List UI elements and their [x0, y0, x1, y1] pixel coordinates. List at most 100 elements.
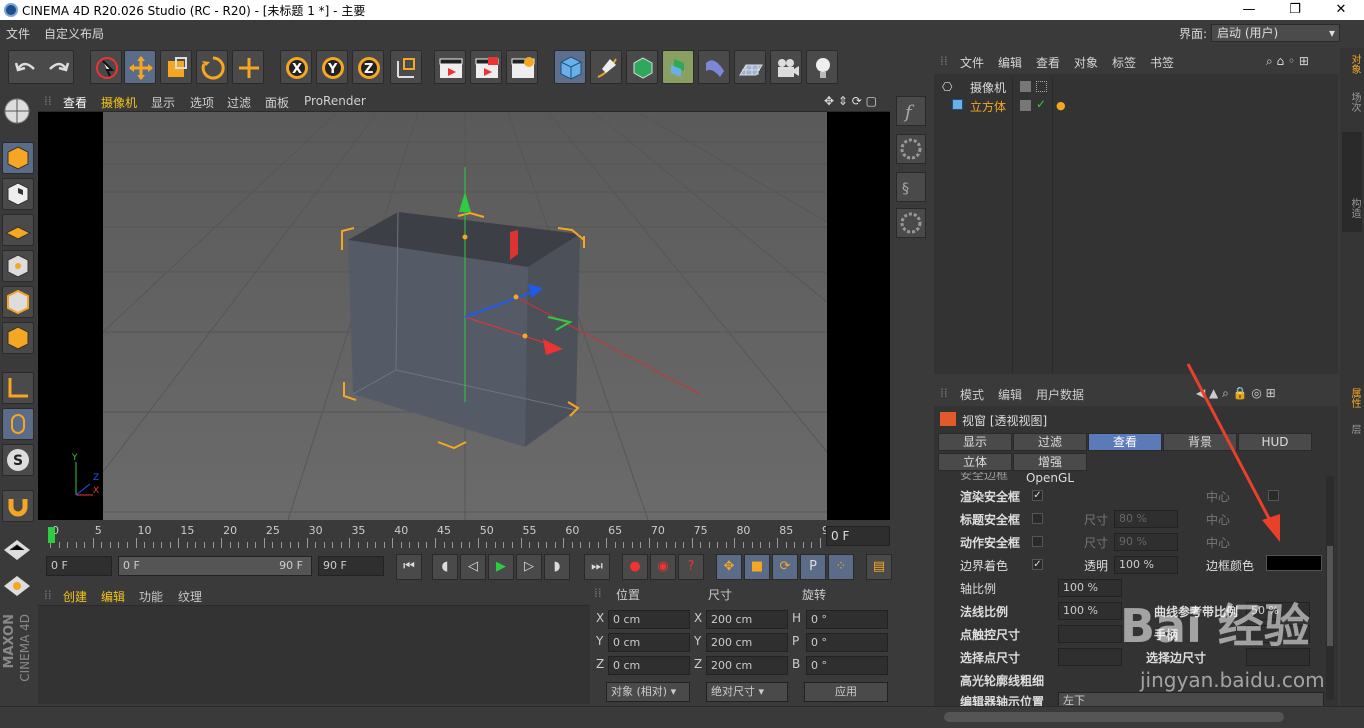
- coord-size-field[interactable]: 200 cm: [706, 610, 788, 629]
- action-safe-checkbox[interactable]: [1032, 536, 1043, 547]
- axis-mode-button[interactable]: [2, 372, 34, 404]
- make-editable-button[interactable]: [2, 96, 34, 132]
- points-mode-button[interactable]: [2, 250, 34, 282]
- subdivision-button[interactable]: [626, 50, 658, 84]
- vp-menu-options[interactable]: 选项: [190, 94, 214, 111]
- object-name-cube[interactable]: 立方体: [970, 98, 1006, 115]
- texture-mode-button[interactable]: [2, 178, 34, 210]
- rotate-tool-button[interactable]: [196, 50, 228, 84]
- goto-end-button[interactable]: ⏭: [584, 554, 610, 580]
- pen-spline-button[interactable]: [590, 50, 622, 84]
- key-rotate-button[interactable]: ⟳: [772, 554, 798, 580]
- key-scale-button[interactable]: ■: [744, 554, 770, 580]
- timeline-window-button[interactable]: ▤: [866, 554, 892, 580]
- recent-tools-button[interactable]: [232, 50, 264, 84]
- key-pla-button[interactable]: ⁘: [828, 554, 854, 580]
- floor-button[interactable]: [734, 50, 766, 84]
- visibility-toggle-icon[interactable]: [1036, 81, 1047, 92]
- key-param-button[interactable]: P: [800, 554, 826, 580]
- size-mode-select[interactable]: 绝对尺寸 ▾: [706, 682, 788, 702]
- solo-button[interactable]: S: [2, 444, 34, 476]
- x-axis-lock-button[interactable]: X: [280, 50, 312, 84]
- prev-frame-button[interactable]: ◁: [460, 554, 486, 580]
- next-key-button[interactable]: ◗: [544, 554, 570, 580]
- tab-attributes[interactable]: 属性: [1342, 388, 1362, 408]
- vp-menu-prorender[interactable]: ProRender: [304, 94, 366, 108]
- layout-select[interactable]: 启动 (用户) ▾: [1211, 24, 1340, 42]
- coord-position-field[interactable]: 0 cm: [608, 656, 690, 675]
- coord-position-field[interactable]: 0 cm: [608, 610, 690, 629]
- object-row-cube[interactable]: 立方体 ✓ ●: [940, 97, 1338, 115]
- obj-menu-file[interactable]: 文件: [960, 54, 984, 71]
- attr-menu-edit[interactable]: 编辑: [998, 386, 1022, 403]
- coord-rotation-field[interactable]: 0 °: [806, 610, 888, 629]
- y-axis-lock-button[interactable]: Y: [316, 50, 348, 84]
- title-safe-checkbox[interactable]: [1032, 513, 1043, 524]
- border-tint-checkbox[interactable]: ✓: [1032, 559, 1043, 570]
- scale-tool-button[interactable]: [160, 50, 192, 84]
- next-frame-button[interactable]: ▷: [516, 554, 542, 580]
- tweak-mode-button[interactable]: [2, 408, 34, 440]
- obj-menu-object[interactable]: 对象: [1074, 54, 1098, 71]
- object-row-camera[interactable]: ⎔ 摄像机: [940, 78, 1338, 96]
- record-button[interactable]: ●: [622, 554, 648, 580]
- select-point-field[interactable]: [1058, 648, 1122, 666]
- coord-size-field[interactable]: 200 cm: [706, 633, 788, 652]
- vp-menu-panel[interactable]: 面板: [265, 94, 289, 111]
- attr-tab-view[interactable]: 查看: [1088, 433, 1162, 451]
- vp-menu-camera[interactable]: 摄像机: [101, 94, 137, 111]
- phong-tag-icon[interactable]: ●: [1056, 99, 1066, 112]
- close-button[interactable]: ✕: [1318, 0, 1364, 20]
- axis-scale-field[interactable]: 100 %: [1058, 579, 1122, 597]
- tab-objects[interactable]: 对象: [1342, 54, 1362, 74]
- mat-menu-create[interactable]: 创建: [63, 588, 87, 605]
- handle-size-field[interactable]: [1058, 625, 1122, 643]
- attr-menu-userdata[interactable]: 用户数据: [1036, 386, 1084, 403]
- obj-menu-tag[interactable]: 标签: [1112, 54, 1136, 71]
- frame-color-swatch[interactable]: [1266, 555, 1322, 571]
- autokey-button[interactable]: ◉: [650, 554, 676, 580]
- start-frame-field[interactable]: 0 F: [46, 556, 112, 576]
- coord-size-field[interactable]: 200 cm: [706, 656, 788, 675]
- enabled-check-icon[interactable]: ✓: [1036, 97, 1046, 111]
- attr-tab-stereo[interactable]: 立体: [938, 453, 1012, 471]
- script-tool-button[interactable]: §: [896, 172, 926, 202]
- snap-button[interactable]: [2, 490, 34, 522]
- render-safe-checkbox[interactable]: ✓: [1032, 490, 1043, 501]
- action-safe-size-field[interactable]: 90 %: [1114, 533, 1178, 551]
- live-select-button[interactable]: [90, 50, 122, 84]
- grid-checker-button[interactable]: [2, 532, 34, 564]
- horizontal-scrollbar[interactable]: [944, 712, 1284, 722]
- gear2-tool-button[interactable]: [896, 208, 926, 238]
- timeline-playhead[interactable]: [48, 527, 55, 543]
- prev-key-button[interactable]: ◖: [432, 554, 458, 580]
- obj-toolbar-icons[interactable]: ⌕ ⌂ ◦ ⊞: [1266, 54, 1309, 69]
- layer-toggle-icon[interactable]: [1020, 81, 1031, 92]
- obj-menu-bookmark[interactable]: 书签: [1150, 54, 1174, 71]
- maximize-button[interactable]: ❐: [1272, 0, 1318, 20]
- current-frame-field[interactable]: 0 F: [826, 526, 890, 546]
- menu-custom-layout[interactable]: 自定义布局: [44, 25, 104, 42]
- obj-menu-edit[interactable]: 编辑: [998, 54, 1022, 71]
- edges-mode-button[interactable]: [2, 286, 34, 318]
- coord-position-field[interactable]: 0 cm: [608, 633, 690, 652]
- play-button[interactable]: ▶: [488, 554, 514, 580]
- key-move-button[interactable]: ✥: [716, 554, 742, 580]
- workplane-mode-button[interactable]: [2, 214, 34, 246]
- cube-primitive-button[interactable]: [554, 50, 586, 84]
- viewport-3d[interactable]: Y Z X: [38, 112, 890, 520]
- normal-scale-field[interactable]: 100 %: [1058, 602, 1122, 620]
- opacity-field[interactable]: 100 %: [1114, 556, 1178, 574]
- layer-toggle-icon-2[interactable]: [1020, 100, 1031, 111]
- light-button[interactable]: [806, 50, 838, 84]
- gear-tool-button[interactable]: [896, 134, 926, 164]
- vp-menu-view[interactable]: 查看: [63, 94, 87, 111]
- attr-scrollbar[interactable]: [1326, 476, 1334, 700]
- attr-menu-mode[interactable]: 模式: [960, 386, 984, 403]
- render-settings-button[interactable]: [506, 50, 538, 84]
- undo-redo-icon[interactable]: [12, 55, 72, 81]
- tab-layers[interactable]: 层: [1342, 424, 1362, 434]
- goto-start-button[interactable]: ⏮: [396, 554, 422, 580]
- polygons-mode-button[interactable]: [2, 322, 34, 354]
- z-axis-lock-button[interactable]: Z: [352, 50, 384, 84]
